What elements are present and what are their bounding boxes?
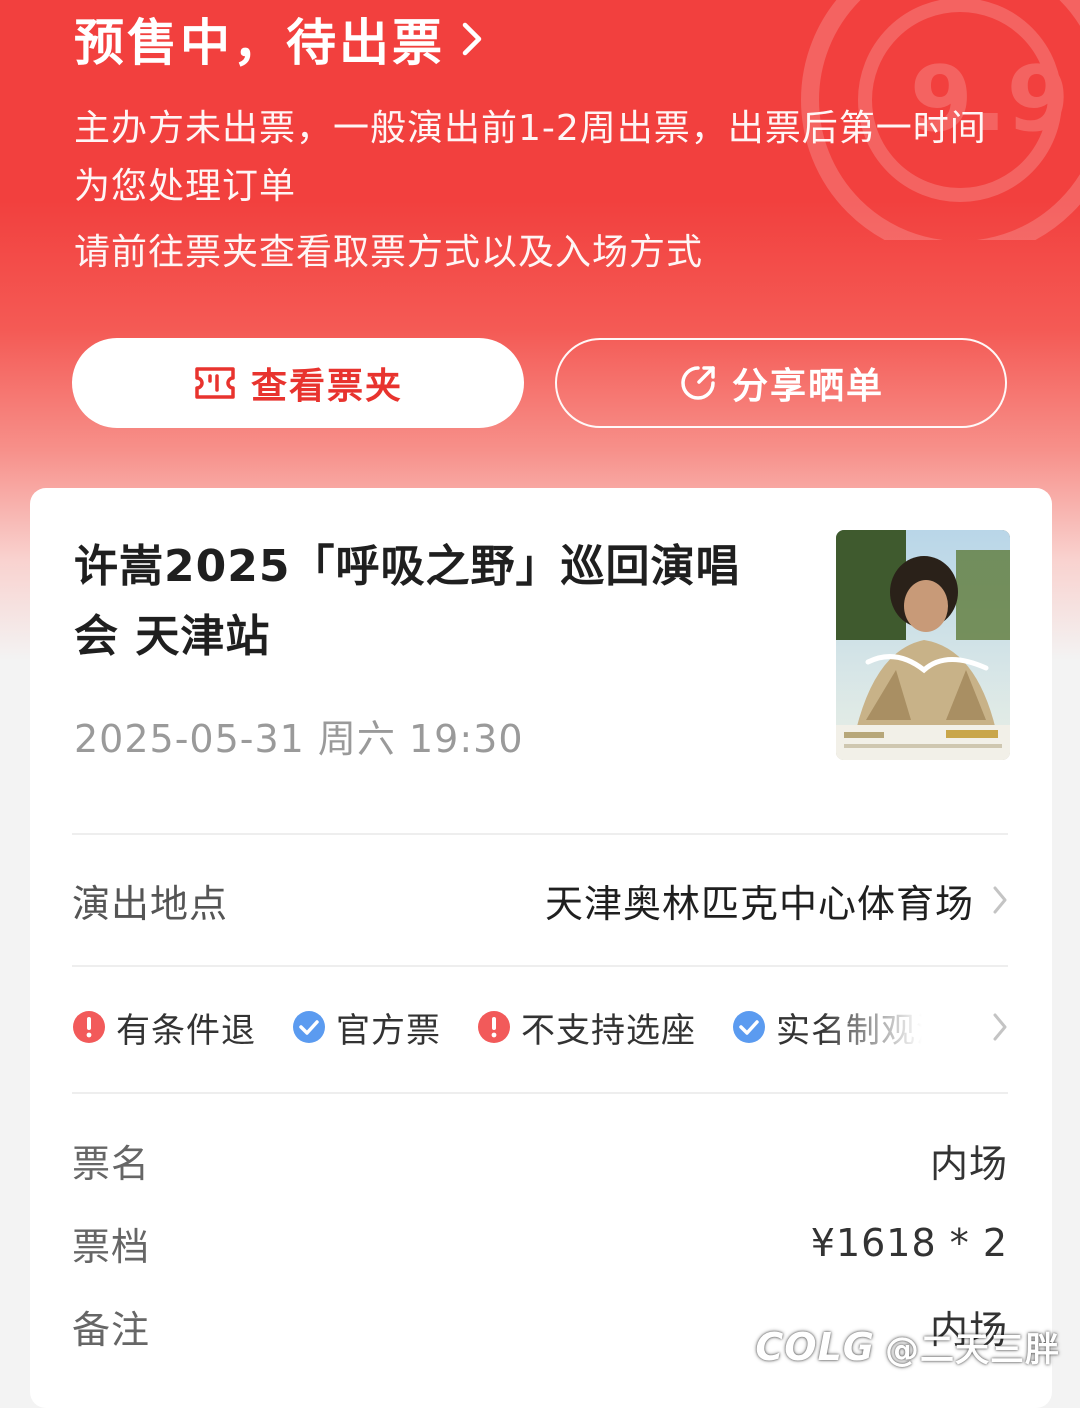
share-order-label: 分享晒单: [731, 366, 884, 407]
show-poster-image[interactable]: [836, 530, 1010, 760]
chevron-right-icon: [993, 886, 1007, 914]
view-ticket-wallet-label: 查看票夹: [250, 366, 403, 407]
warning-icon: [73, 1011, 105, 1043]
tags-list: 有条件退 官方票 不支持选座 实名制观: [72, 1003, 922, 1052]
warning-icon: [478, 1011, 510, 1043]
tag-no-seat-selection: 不支持选座: [477, 1003, 696, 1052]
order-status-link[interactable]: 预售中，待出票: [74, 4, 487, 74]
show-datetime: 2025-05-31 周六 19:30: [74, 717, 524, 761]
order-status-description: 主办方未出票，一般演出前1-2周出票，出票后第一时间为您处理订单: [74, 108, 987, 207]
order-status-title: 预售中，待出票: [74, 14, 445, 72]
ticket-policy-tags[interactable]: 有条件退 官方票 不支持选座 实名制观: [72, 968, 1008, 1086]
tag-label: 不支持选座: [521, 1010, 696, 1051]
divider: [72, 965, 1008, 967]
ticket-icon: [195, 367, 235, 399]
watermark-handle: @二天三胖: [885, 1330, 1060, 1370]
ticket-note-label: 备注: [72, 1307, 151, 1352]
view-ticket-wallet-button[interactable]: 查看票夹: [72, 338, 524, 428]
share-order-button[interactable]: 分享晒单: [555, 338, 1007, 428]
poster-artwork-icon: [836, 530, 1010, 760]
divider: [72, 833, 1008, 835]
tag-label: 有条件退: [116, 1010, 256, 1051]
ticket-name-row: 票名 内场: [72, 1130, 1008, 1190]
ticket-tier-row: 票档 ¥1618 * 2: [72, 1213, 1008, 1273]
ticket-name-label: 票名: [72, 1141, 151, 1186]
check-icon: [293, 1011, 325, 1043]
tag-official-ticket: 官方票: [292, 1003, 441, 1052]
venue-value: 天津奥林匹克中心体育场: [544, 881, 974, 926]
divider: [72, 1092, 1008, 1094]
chevron-right-icon: [462, 22, 482, 56]
share-icon: [681, 366, 715, 400]
tag-real-name: 实名制观演: [732, 1003, 922, 1052]
chevron-right-icon: [993, 1013, 1007, 1041]
watermark: COLG @二天三胖: [755, 1322, 1060, 1371]
venue-row[interactable]: 演出地点 天津奥林匹克中心体育场: [72, 838, 1008, 962]
ticket-tier-value: ¥1618 * 2: [810, 1221, 1008, 1265]
tag-label: 官方票: [336, 1010, 441, 1051]
watermark-logo: COLG: [755, 1324, 875, 1369]
venue-label: 演出地点: [72, 881, 229, 926]
tag-label: 实名制观演: [776, 1010, 922, 1051]
ticket-tier-label: 票档: [72, 1224, 151, 1269]
ticket-name-value: 内场: [929, 1141, 1008, 1186]
tag-conditional-refund: 有条件退: [72, 1003, 256, 1052]
order-detail-card: 许嵩2025「呼吸之野」巡回演唱会 天津站 2025-05-31 周六 19:3…: [30, 488, 1052, 1408]
check-icon: [733, 1011, 765, 1043]
ticket-pickup-hint: 请前往票夹查看取票方式以及入场方式: [74, 232, 704, 273]
show-title[interactable]: 许嵩2025「呼吸之野」巡回演唱会 天津站: [74, 532, 754, 672]
